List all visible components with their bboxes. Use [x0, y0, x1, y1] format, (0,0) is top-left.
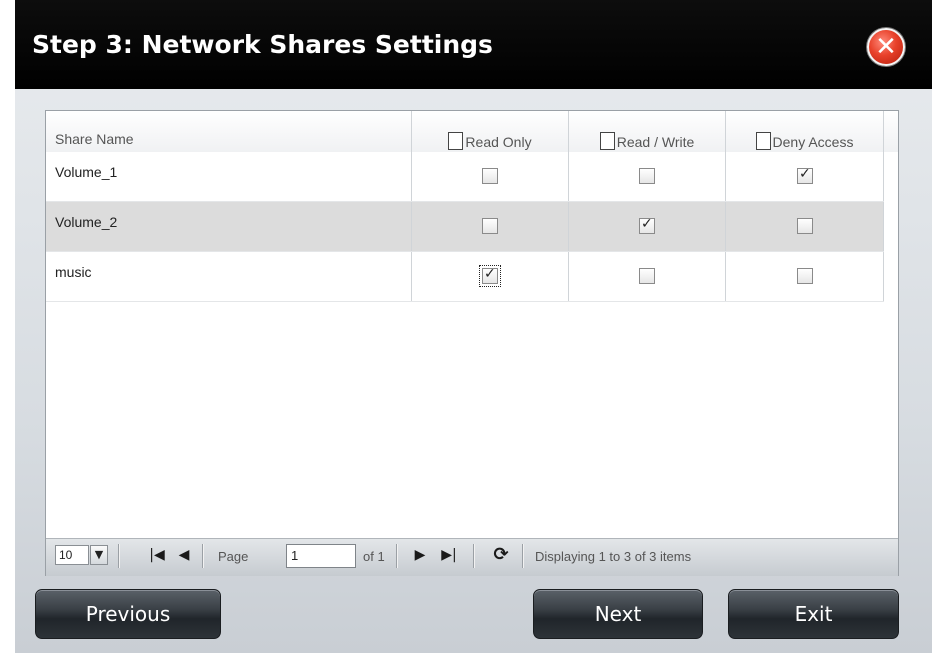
close-icon: ✕ — [875, 32, 897, 62]
page-count-label: of 1 — [363, 549, 385, 564]
deny-access-cell — [726, 152, 884, 201]
read-only-checkbox[interactable] — [482, 218, 498, 234]
deny-access-checkbox[interactable] — [797, 218, 813, 234]
pager-separator — [473, 544, 475, 568]
read-only-checkbox[interactable] — [482, 168, 498, 184]
last-page-icon[interactable]: ▶| — [439, 544, 459, 566]
column-header-read-write-label: Read / Write — [616, 134, 695, 150]
first-page-icon[interactable]: |◀ — [147, 544, 167, 566]
read-only-cell — [412, 152, 569, 201]
exit-button[interactable]: Exit — [728, 589, 899, 639]
chevron-down-icon[interactable]: ▼ — [90, 545, 108, 565]
deny-access-checkbox[interactable] — [797, 268, 813, 284]
read-write-checkbox[interactable] — [639, 216, 655, 234]
dialog-titlebar: Step 3: Network Shares Settings ✕ — [15, 0, 932, 89]
column-header-read-write[interactable]: Read / Write — [569, 111, 726, 152]
read-only-cell — [412, 252, 569, 301]
refresh-icon[interactable]: ⟳ — [491, 544, 511, 566]
pager-separator — [202, 544, 204, 568]
row-divider — [46, 252, 412, 301]
dialog-title: Step 3: Network Shares Settings — [32, 30, 493, 59]
column-header-deny-access[interactable]: Deny Access — [726, 111, 884, 152]
table-row[interactable]: music — [46, 252, 884, 302]
page-label: Page — [218, 549, 249, 564]
read-write-checkbox[interactable] — [639, 268, 655, 284]
select-all-read-only-checkbox[interactable] — [448, 132, 464, 150]
table-row[interactable]: Volume_2 — [46, 202, 884, 252]
select-all-deny-access-checkbox[interactable] — [755, 132, 771, 150]
grid-pager: 10 ▼ |◀ ◀ Page 1 of 1 ▶ ▶| ⟳ Displaying … — [46, 538, 898, 576]
previous-button[interactable]: Previous — [35, 589, 221, 639]
row-divider — [46, 152, 412, 201]
previous-page-icon[interactable]: ◀ — [174, 544, 194, 566]
page-size-select[interactable]: 10 — [55, 545, 89, 565]
displaying-items-text: Displaying 1 to 3 of 3 items — [535, 549, 692, 564]
page-number-input[interactable]: 1 — [286, 544, 356, 568]
shares-grid: Share Name Read Only Read / Write Deny A… — [45, 110, 899, 576]
close-button[interactable]: ✕ — [867, 28, 905, 66]
deny-access-cell — [726, 202, 884, 251]
column-header-share-name[interactable]: Share Name — [46, 111, 412, 152]
next-page-icon[interactable]: ▶ — [410, 544, 430, 566]
next-button[interactable]: Next — [533, 589, 703, 639]
table-row[interactable]: Volume_1 — [46, 152, 884, 202]
pager-separator — [396, 544, 398, 568]
grid-header: Share Name Read Only Read / Write Deny A… — [46, 111, 898, 152]
pager-separator — [118, 544, 120, 568]
select-all-read-write-checkbox[interactable] — [599, 132, 615, 150]
column-header-read-only[interactable]: Read Only — [412, 111, 569, 152]
read-write-checkbox[interactable] — [639, 168, 655, 184]
column-header-read-only-label: Read Only — [465, 134, 532, 150]
column-header-deny-access-label: Deny Access — [772, 134, 854, 150]
read-only-checkbox[interactable] — [479, 265, 501, 287]
read-write-cell — [569, 152, 726, 201]
pager-separator — [522, 544, 524, 568]
wizard-dialog: Step 3: Network Shares Settings ✕ Share … — [15, 0, 932, 653]
row-divider — [46, 202, 412, 251]
deny-access-checkbox[interactable] — [797, 166, 813, 184]
read-only-cell — [412, 202, 569, 251]
read-write-cell — [569, 252, 726, 301]
read-write-cell — [569, 202, 726, 251]
deny-access-cell — [726, 252, 884, 301]
